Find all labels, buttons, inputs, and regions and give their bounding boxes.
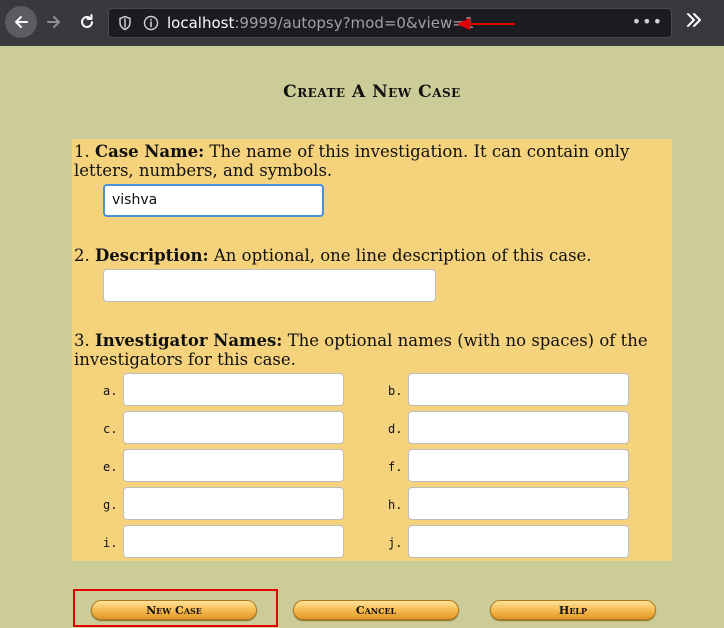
investigator-letter-a: a. xyxy=(103,384,118,398)
investigator-letter-c: c. xyxy=(103,422,118,436)
description-label: 2. Description: An optional, one line de… xyxy=(74,246,664,265)
url-path: :9999/autopsy?mod=0&view=1 xyxy=(234,14,475,32)
case-name-number: 1. xyxy=(74,142,90,161)
description-number: 2. xyxy=(74,246,90,265)
description-help: An optional, one line description of thi… xyxy=(208,246,592,265)
investigator-letter-e: e. xyxy=(103,460,118,474)
case-name-label: 1. Case Name: The name of this investiga… xyxy=(74,142,664,180)
investigator-letter-h: h. xyxy=(388,498,403,512)
investigator-input-h[interactable] xyxy=(408,487,629,520)
page-title: Create A New Case xyxy=(283,82,461,102)
investigator-input-a[interactable] xyxy=(123,373,344,406)
investigator-input-c[interactable] xyxy=(123,411,344,444)
url-bar[interactable]: localhost:9999/autopsy?mod=0&view=1 ••• xyxy=(108,8,672,38)
arrow-left-icon xyxy=(15,16,28,28)
investigator-letter-d: d. xyxy=(388,422,403,436)
investigator-input-g[interactable] xyxy=(123,487,344,520)
info-icon[interactable] xyxy=(143,15,159,31)
investigator-input-e[interactable] xyxy=(123,449,344,482)
investigator-input-i[interactable] xyxy=(123,525,344,558)
reload-button[interactable] xyxy=(71,6,103,38)
browser-toolbar: localhost:9999/autopsy?mod=0&view=1 ••• xyxy=(0,0,724,46)
investigator-letter-g: g. xyxy=(103,498,118,512)
investigator-letter-j: j. xyxy=(388,536,403,550)
new-case-form: 1. Case Name: The name of this investiga… xyxy=(72,139,672,561)
investigators-label: 3. Investigator Names: The optional name… xyxy=(74,331,664,369)
case-name-heading: Case Name: xyxy=(95,142,205,161)
investigators-number: 3. xyxy=(74,331,90,350)
back-button[interactable] xyxy=(5,6,37,38)
investigator-letter-b: b. xyxy=(388,384,403,398)
page-actions-menu[interactable]: ••• xyxy=(632,12,663,31)
investigator-input-d[interactable] xyxy=(408,411,629,444)
investigator-input-b[interactable] xyxy=(408,373,629,406)
arrow-right-icon xyxy=(47,16,60,28)
investigator-input-f[interactable] xyxy=(408,449,629,482)
case-name-input[interactable]: vishva xyxy=(103,184,324,217)
investigator-letter-f: f. xyxy=(388,460,403,474)
url-text[interactable]: localhost:9999/autopsy?mod=0&view=1 xyxy=(167,14,474,32)
shield-icon[interactable] xyxy=(117,15,133,31)
investigator-letter-i: i. xyxy=(103,536,118,550)
description-input[interactable] xyxy=(103,269,436,302)
investigators-heading: Investigator Names: xyxy=(95,331,283,350)
reload-icon xyxy=(81,14,93,28)
cancel-button[interactable]: Cancel xyxy=(293,600,459,620)
new-case-button[interactable]: New Case xyxy=(91,600,257,620)
forward-button[interactable] xyxy=(38,6,70,38)
chevron-double-right-icon[interactable] xyxy=(684,10,704,30)
red-arrow-annotation xyxy=(457,18,515,30)
url-host: localhost xyxy=(167,14,235,32)
investigator-input-j[interactable] xyxy=(408,525,629,558)
description-heading: Description: xyxy=(95,246,209,265)
help-button[interactable]: Help xyxy=(490,600,656,620)
